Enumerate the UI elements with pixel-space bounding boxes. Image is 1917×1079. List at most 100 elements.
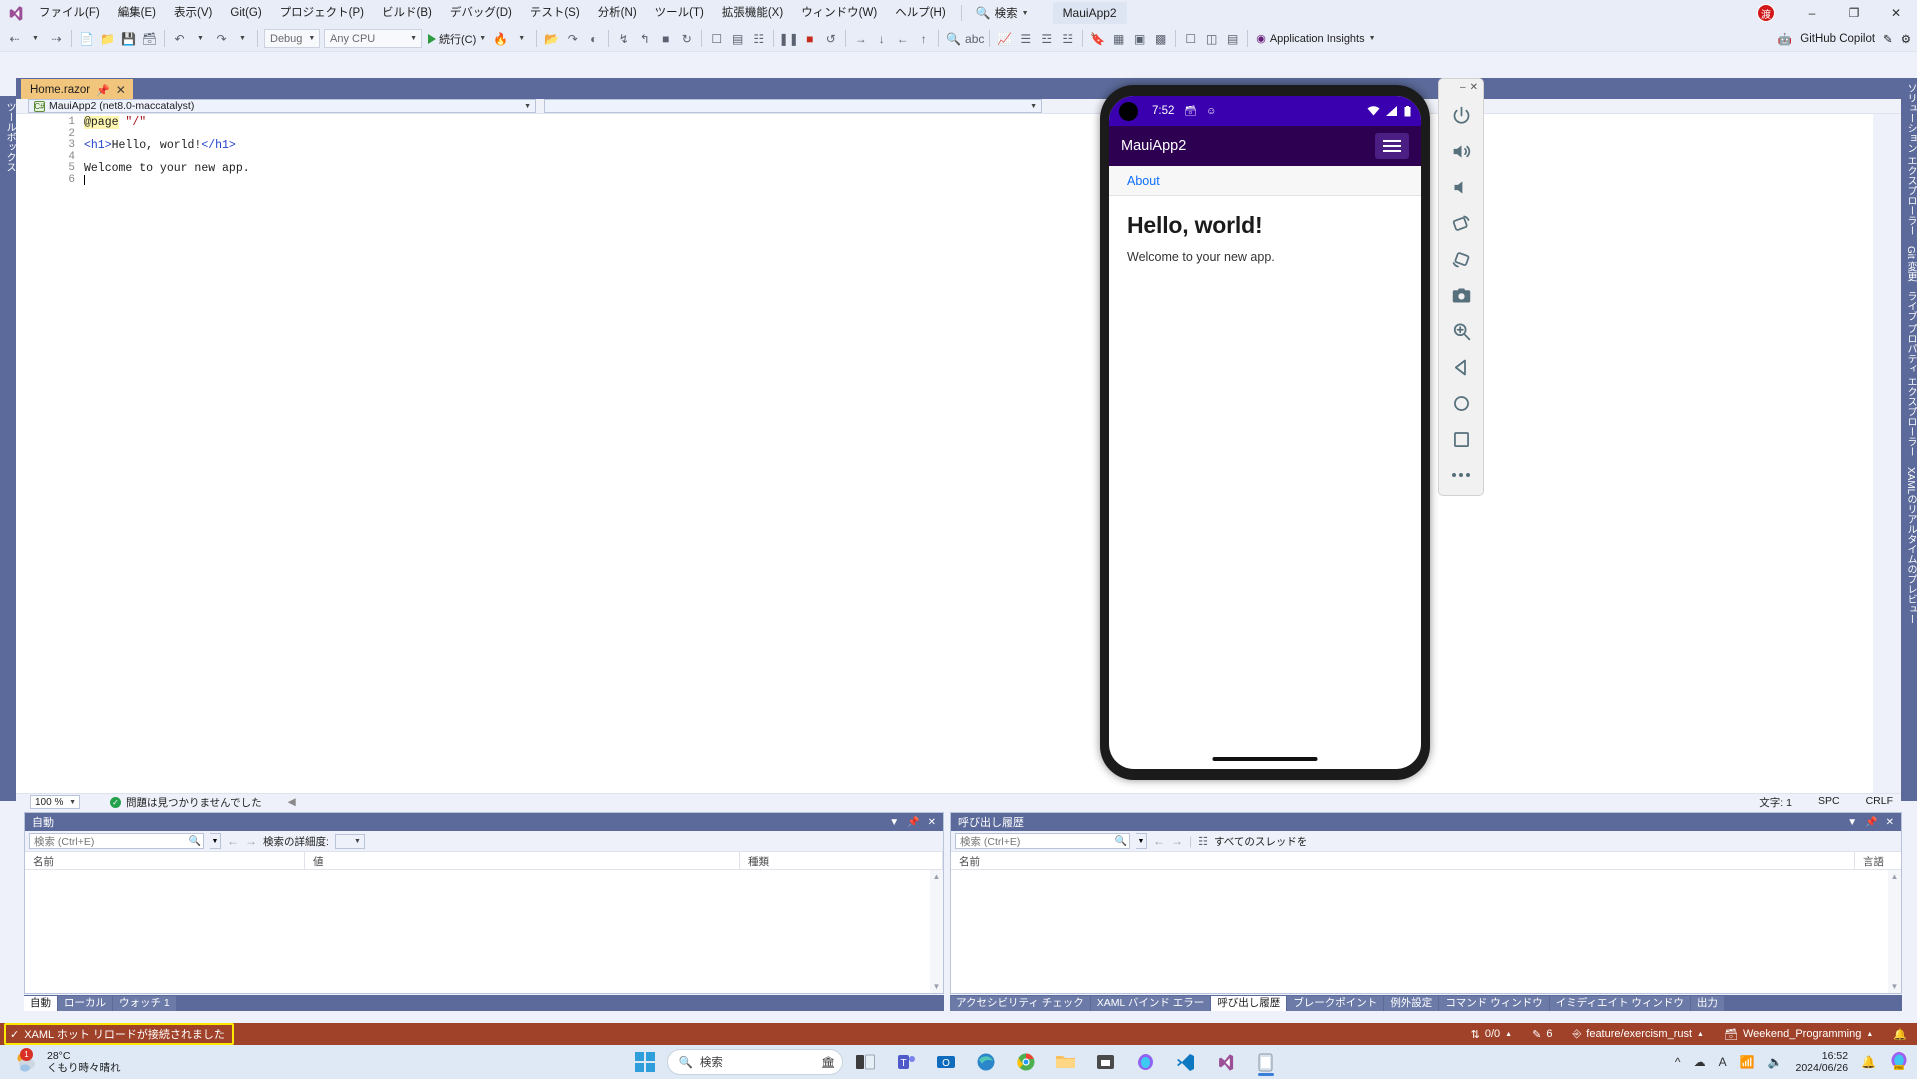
window-layout-icon[interactable]: ☐ [1180, 28, 1201, 50]
user-avatar[interactable]: 渡 [1757, 4, 1775, 22]
pending-changes-status[interactable]: ✎ 6 [1532, 1028, 1552, 1041]
navigate-backward-dropdown-icon[interactable]: ▼ [25, 28, 46, 50]
error-list-icon[interactable]: ▩ [1150, 28, 1171, 50]
tab-xaml-bind-errors[interactable]: XAML バインド エラー [1090, 995, 1211, 1011]
indent-icon[interactable]: ☰ [1015, 28, 1036, 50]
home-icon[interactable] [1444, 386, 1478, 420]
step-down-icon[interactable]: ↓ [871, 28, 892, 50]
call-stack-search-input[interactable]: 検索 (Ctrl+E) 🔍 [955, 833, 1130, 849]
code-line[interactable]: @page "/" [84, 116, 1873, 129]
restart-debug-icon[interactable]: ↺ [820, 28, 841, 50]
code-editor[interactable]: 123456 @page "/" <h1>Hello, world!</h1> We… [16, 114, 1873, 793]
tab-locals[interactable]: ローカル [58, 995, 112, 1011]
autos-search-options-icon[interactable]: ▼ [210, 833, 221, 849]
android-emulator-taskbar-icon[interactable] [1249, 1047, 1283, 1077]
comment-icon[interactable]: ☳ [1057, 28, 1078, 50]
navigate-backward-icon[interactable]: ⇠ [4, 28, 25, 50]
panel-menu-icon[interactable]: ▼ [1847, 817, 1857, 828]
undo-icon[interactable]: ↶ [169, 28, 190, 50]
sync-status[interactable]: ⇅ 0/0 ▲ [1471, 1028, 1512, 1041]
vscode-icon[interactable] [1169, 1047, 1203, 1077]
zoom-icon[interactable] [1444, 314, 1478, 348]
member-scope-dropdown[interactable]: ▼ [544, 99, 1042, 113]
menu-git[interactable]: Git(G) [221, 2, 270, 24]
github-copilot-label[interactable]: GitHub Copilot [1800, 33, 1875, 45]
breakpoints-icon[interactable]: ◐ [583, 28, 604, 50]
restore-button[interactable]: ❐ [1833, 0, 1875, 26]
notifications-button[interactable]: 🔔 [1893, 1028, 1907, 1041]
rotate-left-icon[interactable] [1444, 206, 1478, 240]
hot-reload-dropdown-icon[interactable]: ▼ [511, 28, 532, 50]
call-stack-col-name[interactable]: 名前 [951, 852, 1855, 870]
feedback-icon[interactable]: ✎ [1883, 32, 1893, 46]
call-stack-col-language[interactable]: 言語 [1855, 852, 1901, 870]
menu-test[interactable]: テスト(S) [521, 2, 589, 24]
taskbar-clock[interactable]: 16:52 2024/06/26 [1795, 1050, 1848, 1074]
camera-icon[interactable] [1444, 278, 1478, 312]
copilot-preview-icon[interactable]: PRE [1889, 1051, 1909, 1074]
tab-immediate-window[interactable]: イミディエイト ウィンドウ [1549, 995, 1690, 1011]
pin-icon[interactable]: 📌 [96, 84, 110, 97]
step-into-icon[interactable]: ↯ [613, 28, 634, 50]
sidebar-item-git-changes[interactable]: Git 変更 [1901, 241, 1917, 287]
minimize-button[interactable]: – [1791, 0, 1833, 26]
solution-platform-dropdown[interactable]: Any CPU ▼ [324, 29, 422, 48]
split-window-icon[interactable]: ◫ [1201, 28, 1222, 50]
visual-studio-taskbar-icon[interactable] [1209, 1047, 1243, 1077]
autos-search-input[interactable]: 検索 (Ctrl+E) 🔍 [29, 833, 204, 849]
tab-output[interactable]: 出力 [1690, 995, 1724, 1011]
pin-icon[interactable]: 📌 [907, 817, 919, 828]
redo-icon[interactable]: ↷ [211, 28, 232, 50]
taskview-icon[interactable] [849, 1047, 883, 1077]
back-icon[interactable] [1444, 350, 1478, 384]
close-icon[interactable]: ✕ [1886, 817, 1894, 828]
navigate-forward-icon[interactable]: ⇢ [46, 28, 67, 50]
save-all-icon[interactable]: 🗃 [139, 28, 160, 50]
emulator-minimize-button[interactable]: – [1460, 82, 1466, 93]
search-prev-icon[interactable]: ← [227, 834, 239, 848]
stop-debug-icon[interactable]: ■ [799, 28, 820, 50]
menu-tools[interactable]: ツール(T) [646, 2, 713, 24]
menu-build[interactable]: ビルド(B) [373, 2, 441, 24]
close-icon[interactable]: ✕ [116, 83, 126, 97]
edge-icon[interactable] [969, 1047, 1003, 1077]
call-stack-vertical-scrollbar[interactable]: ▲ ▼ [1888, 870, 1901, 993]
tab-call-stack[interactable]: 呼び出し履歴 [1211, 995, 1287, 1011]
tab-autos[interactable]: 自動 [24, 995, 57, 1011]
code-line[interactable] [84, 129, 1873, 141]
code-line[interactable]: <h1>Hello, world!</h1> [84, 140, 1873, 152]
solution-configuration-dropdown[interactable]: Debug ▼ [264, 29, 320, 48]
close-button[interactable]: ✕ [1875, 0, 1917, 26]
repository-selector[interactable]: 🗃 Weekend_Programming ▲ [1724, 1028, 1873, 1041]
scroll-down-icon[interactable]: ▼ [933, 982, 941, 991]
tab-accessibility-check[interactable]: アクセシビリティ チェック [950, 995, 1090, 1011]
volume-icon[interactable]: 🔈 [1768, 1055, 1783, 1069]
call-stack-search-options-icon[interactable]: ▼ [1136, 833, 1147, 849]
volume-up-icon[interactable] [1444, 134, 1478, 168]
code-line[interactable] [84, 174, 1873, 187]
taskbar-search-input[interactable]: 🔍 検索 🏛 [666, 1049, 843, 1075]
pin-icon[interactable]: 📌 [1865, 817, 1877, 828]
menu-help[interactable]: ヘルプ(H) [886, 2, 954, 24]
wifi-icon[interactable]: 📶 [1740, 1055, 1755, 1069]
sidebar-item-live-property-explorer[interactable]: ライブ プロパティ エクスプローラー [1901, 286, 1917, 462]
hamburger-menu-icon[interactable] [1375, 133, 1409, 159]
outlook-icon[interactable]: O [929, 1047, 963, 1077]
overview-icon[interactable] [1444, 422, 1478, 456]
threads-icon[interactable]: ☷ [748, 28, 769, 50]
search-prev-icon[interactable]: ← [1153, 834, 1165, 848]
hot-reload-icon[interactable]: 🔥 [490, 28, 511, 50]
step-out-icon[interactable]: ↰ [634, 28, 655, 50]
scroll-up-icon[interactable]: ▲ [1891, 872, 1899, 881]
emulator-close-button[interactable]: ✕ [1470, 82, 1478, 93]
menu-analyze[interactable]: 分析(N) [589, 2, 646, 24]
step-over-icon[interactable]: ↷ [562, 28, 583, 50]
show-window-icon[interactable]: ☐ [706, 28, 727, 50]
continue-button[interactable]: 続行(C) ▼ [424, 31, 490, 47]
stop-icon[interactable]: ■ [655, 28, 676, 50]
tab-command-window[interactable]: コマンド ウィンドウ [1439, 995, 1549, 1011]
bookmark-icon[interactable]: 🔖 [1087, 28, 1108, 50]
close-icon[interactable]: ✕ [928, 817, 936, 828]
autos-col-type[interactable]: 種類 [740, 852, 943, 870]
android-emulator-device[interactable]: 7:52 🗃 ☺ MauiApp2 About Hello, world! We… [1100, 85, 1430, 780]
